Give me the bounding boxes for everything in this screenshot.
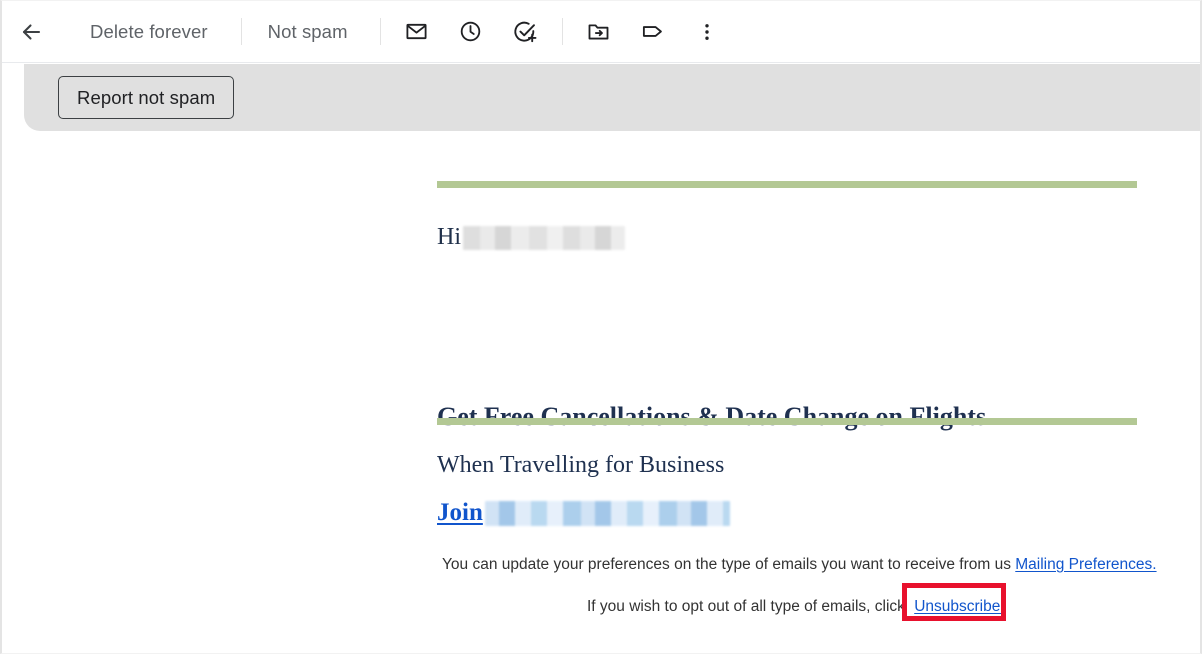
divider-top (437, 181, 1137, 188)
arrow-back-icon[interactable] (11, 12, 51, 52)
greeting-line: Hi (437, 224, 625, 251)
snooze-clock-icon[interactable] (451, 12, 491, 52)
add-to-tasks-icon[interactable] (505, 12, 545, 52)
email-headline: Get Free Cancellations & Date Change on … (437, 402, 987, 431)
greeting-text: Hi (437, 224, 461, 250)
move-to-folder-icon[interactable] (579, 12, 619, 52)
footer-unsubscribe-text: If you wish to opt out of all type of em… (587, 598, 910, 615)
toolbar-divider (240, 18, 242, 45)
toolbar-divider (561, 18, 563, 45)
mark-as-unread-icon[interactable] (397, 12, 437, 52)
unsubscribe-link[interactable]: Unsubscribe. (914, 598, 1004, 615)
email-body: Hi Get Free Cancellations & Date Change … (2, 132, 1200, 653)
not-spam-button[interactable]: Not spam (254, 12, 362, 52)
redacted-join-text (484, 500, 730, 526)
redacted-recipient-name (463, 225, 625, 250)
mailing-preferences-link[interactable]: Mailing Preferences. (1015, 556, 1156, 573)
delete-forever-button[interactable]: Delete forever (76, 12, 222, 52)
divider-bottom (437, 418, 1137, 425)
message-toolbar: Delete forever Not spam (2, 1, 1200, 63)
labels-tag-icon[interactable] (633, 12, 673, 52)
more-options-icon[interactable] (687, 12, 727, 52)
gmail-message-view: Delete forever Not spam Report not spam … (0, 0, 1202, 654)
footer-preferences-line: You can update your preferences on the t… (442, 556, 1157, 574)
footer-preferences-text: You can update your preferences on the t… (442, 556, 1016, 573)
report-not-spam-button[interactable]: Report not spam (58, 76, 235, 119)
email-subline: When Travelling for Business (437, 452, 725, 478)
unsubscribe-highlight-wrapper: Unsubscribe. (902, 583, 1009, 621)
spam-notice-banner: Report not spam (24, 64, 1200, 131)
toolbar-divider (379, 18, 381, 45)
footer-unsubscribe-line: If you wish to opt out of all type of em… (587, 583, 1010, 621)
join-row: Join (437, 499, 730, 527)
join-link[interactable]: Join (437, 499, 483, 527)
